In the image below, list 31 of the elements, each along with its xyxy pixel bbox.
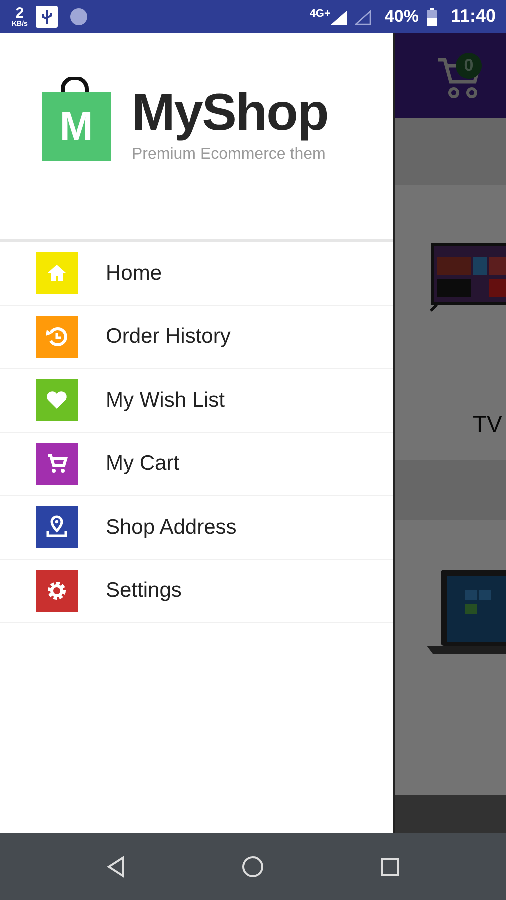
recents-icon[interactable] (380, 856, 400, 876)
menu-label: Settings (106, 578, 182, 604)
brand-name: MyShop (132, 87, 328, 139)
history-icon (45, 324, 69, 349)
menu-label: Shop Address (106, 514, 237, 540)
usb-icon (36, 6, 58, 28)
circle-icon (70, 8, 88, 26)
menu-item[interactable]: Order History (0, 306, 393, 369)
menu-label: My Wish List (106, 388, 226, 414)
speed-text: 2 (16, 6, 24, 20)
logo-badge: M (42, 92, 111, 161)
location-pin-icon (45, 515, 69, 540)
menu-label: Order History (106, 324, 231, 350)
cart-icon (45, 452, 69, 476)
menu-label: My Cart (106, 451, 180, 477)
menu-label: Home (106, 260, 162, 286)
menu-item[interactable]: Shop Address (0, 496, 393, 560)
menu-item[interactable]: Settings (0, 560, 393, 623)
signal-icon (330, 8, 349, 24)
home-button-icon[interactable] (242, 856, 264, 878)
menu-item[interactable]: My Cart (0, 432, 393, 496)
signal-icon (354, 8, 373, 24)
menu-item[interactable]: My Wish List (0, 369, 393, 432)
tagline: Premium Ecommerce them (132, 145, 327, 165)
back-icon[interactable] (106, 856, 126, 878)
battery-text: 40% (384, 6, 419, 28)
menu-item[interactable]: Home (0, 242, 393, 306)
time-text: 11:40 (450, 5, 496, 28)
network-text: 4G+ (310, 7, 331, 22)
product-label: TV (473, 410, 502, 439)
battery-icon (426, 8, 437, 26)
